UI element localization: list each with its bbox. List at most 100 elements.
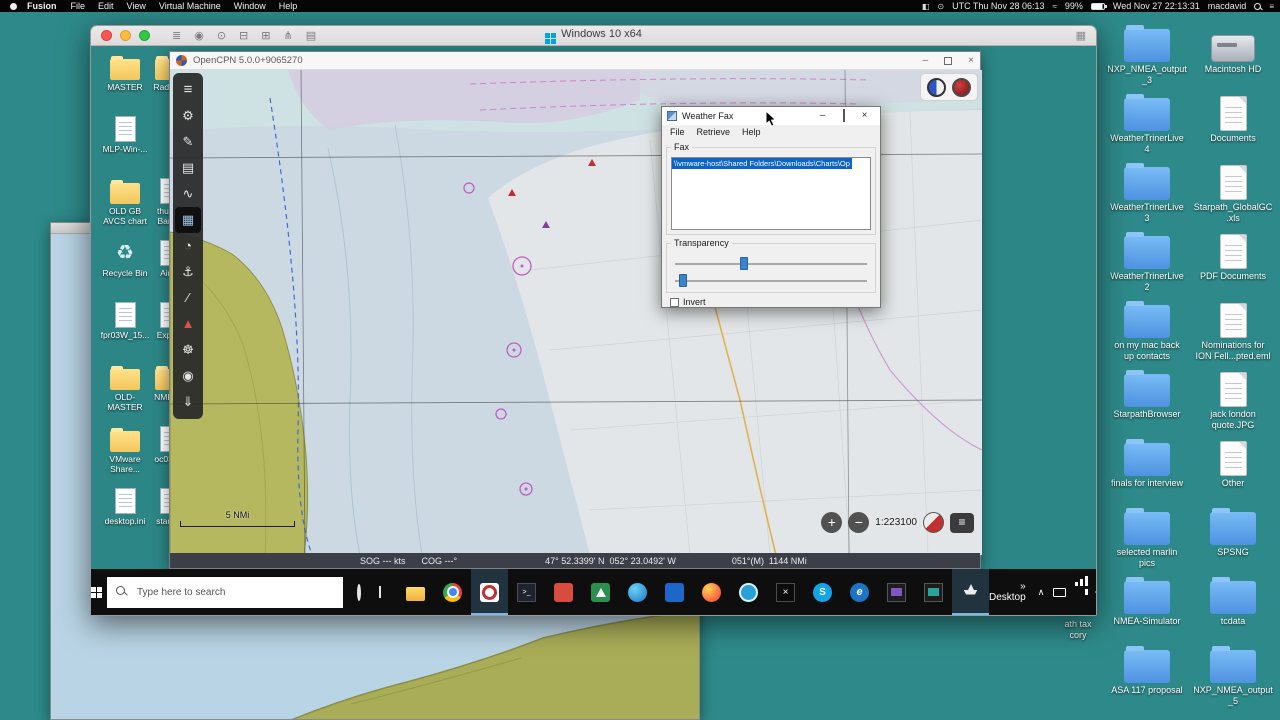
menu-item[interactable]: File xyxy=(670,127,685,137)
close-button[interactable]: × xyxy=(968,55,974,66)
opencpn-title-bar[interactable]: OpenCPN 5.0.0+9065270 – × xyxy=(170,52,980,70)
close-button[interactable]: × xyxy=(854,107,875,125)
compass-icon[interactable] xyxy=(923,512,944,533)
partial-icon-label[interactable]: ath tax cory xyxy=(1046,619,1110,641)
apple-menu-icon[interactable] xyxy=(10,2,17,10)
network-tray-icon[interactable] xyxy=(1075,575,1089,586)
search-input[interactable] xyxy=(107,576,343,608)
opencpn-tool-icon[interactable] xyxy=(175,207,201,233)
zoom-traffic-light[interactable] xyxy=(139,30,150,41)
desktop-icon[interactable]: PDF Documents xyxy=(1192,231,1274,300)
vmware-layout-grid-icon[interactable]: ▦ xyxy=(1076,29,1086,42)
start-button[interactable] xyxy=(91,569,107,615)
taskbar-app-button[interactable] xyxy=(767,569,804,615)
snapshot-camera-icon[interactable]: ◉ xyxy=(194,27,204,45)
wifi-icon[interactable]: ≈ xyxy=(1052,2,1056,11)
suspend-icon[interactable]: ⊟ xyxy=(239,27,248,45)
desktop-icon[interactable]: Nominations for ION Fell...pted.eml xyxy=(1192,300,1274,369)
vmware-title-bar[interactable]: ≣ ◉ ⊙ ⊟ ⊞ ⋔ ▤ Windows 10 x64 ▦ xyxy=(91,26,1096,46)
desktop-icon[interactable]: MASTER xyxy=(99,52,151,114)
slider-thumb[interactable] xyxy=(678,274,687,287)
taskbar-app-button[interactable] xyxy=(915,569,952,615)
desktop-icon[interactable]: WeatherTrinerLive 2 xyxy=(1106,231,1188,300)
display-tray-icon[interactable] xyxy=(1053,587,1067,597)
day-night-toggle-icon[interactable] xyxy=(927,77,946,97)
menu-item[interactable]: File xyxy=(71,1,86,11)
transparency-slider[interactable] xyxy=(675,256,867,270)
invert-checkbox[interactable] xyxy=(670,297,679,307)
desktop-icon[interactable]: NXP_NMEA_output _3 xyxy=(1106,24,1188,93)
taskbar-app-button[interactable] xyxy=(434,569,471,615)
desktop-icon[interactable]: on my mac back up contacts xyxy=(1106,300,1188,369)
menu-item[interactable]: Virtual Machine xyxy=(159,1,221,11)
zoom-in-button[interactable]: + xyxy=(821,512,843,533)
taskbar-app-button[interactable] xyxy=(804,569,841,615)
desktop-icon[interactable]: finals for interview xyxy=(1106,438,1188,507)
opencpn-tool-icon[interactable] xyxy=(175,233,201,259)
opencpn-tool-icon[interactable] xyxy=(175,285,201,311)
invert-option[interactable]: Invert xyxy=(670,297,706,307)
minimize-button[interactable]: – xyxy=(923,55,929,66)
menu-item[interactable]: Help xyxy=(279,1,298,11)
desktop-icon[interactable]: WeatherTrinerLive 3 xyxy=(1106,162,1188,231)
taskbar-app-button[interactable] xyxy=(693,569,730,615)
opencpn-tool-icon[interactable] xyxy=(175,77,201,103)
opencpn-tool-icon[interactable] xyxy=(175,155,201,181)
desktop-icon[interactable]: jack london quote.JPG xyxy=(1192,369,1274,438)
opencpn-tool-icon[interactable] xyxy=(175,259,201,285)
taskbar-app-button[interactable] xyxy=(656,569,693,615)
desktop-icon[interactable]: desktop.ini xyxy=(99,486,151,548)
desktop-toolbar[interactable]: » Desktop xyxy=(989,581,1026,603)
display-mirroring-icon[interactable]: ◧ xyxy=(922,2,930,11)
desktop-icon[interactable]: ASA 117 proposal xyxy=(1106,645,1188,714)
desktop-icon[interactable]: Recycle Bin xyxy=(99,238,151,300)
usb-icon[interactable]: ⋔ xyxy=(283,27,292,45)
desktop-icon[interactable]: StarpathBrowser xyxy=(1106,369,1188,438)
desktop-icon[interactable]: tcdata xyxy=(1192,576,1274,645)
opencpn-tool-icon[interactable] xyxy=(175,363,201,389)
notification-center-icon[interactable]: ≡ xyxy=(1269,2,1274,11)
desktop-icon[interactable]: SPSNG xyxy=(1192,507,1274,576)
menu-item[interactable]: Help xyxy=(742,127,761,137)
spotlight-search-icon[interactable] xyxy=(1254,2,1262,10)
status-icon[interactable]: ⊙ xyxy=(937,2,944,11)
taskbar-app-button[interactable] xyxy=(841,569,878,615)
taskbar-app-button[interactable] xyxy=(545,569,582,615)
chart-menu-button[interactable]: ≡ xyxy=(950,512,974,533)
menu-bar-clock[interactable]: Wed Nov 27 22:13:31 xyxy=(1113,1,1200,11)
task-view-icon[interactable] xyxy=(379,586,381,598)
taskbar-app-button[interactable] xyxy=(508,569,545,615)
power-icon[interactable]: ⊙ xyxy=(217,27,226,45)
fax-file-list[interactable]: \\vmware-host\Shared Folders\Downloads\C… xyxy=(671,157,871,230)
menu-item[interactable]: Retrieve xyxy=(697,127,731,137)
settings-sliders-icon[interactable]: ≣ xyxy=(172,27,181,45)
taskbar-app-button[interactable] xyxy=(397,569,434,615)
desktop-icon[interactable]: MLP-Win-... xyxy=(99,114,151,176)
secondary-slider[interactable] xyxy=(675,273,867,287)
opencpn-tool-icon[interactable] xyxy=(175,129,201,155)
zoom-out-button[interactable]: − xyxy=(848,512,870,533)
desktop-icon[interactable]: Starpath_GlobalGC .xls xyxy=(1192,162,1274,231)
desktop-icon[interactable]: OLD- MASTER xyxy=(99,362,151,424)
app-menu-fusion[interactable]: Fusion xyxy=(27,1,57,11)
opencpn-tool-icon[interactable] xyxy=(175,389,201,415)
desktop-icon[interactable]: WeatherTrinerLive 4 xyxy=(1106,93,1188,162)
toolbar-overflow-chevron[interactable]: » xyxy=(1020,581,1026,592)
minimize-button[interactable]: – xyxy=(812,107,833,125)
volume-tray-icon[interactable] xyxy=(1085,587,1096,597)
desktop-icon[interactable]: NXP_NMEA_output _5 xyxy=(1192,645,1274,714)
close-traffic-light[interactable] xyxy=(101,30,112,41)
slider-thumb[interactable] xyxy=(740,257,749,270)
desktop-icon[interactable]: Macintosh HD xyxy=(1192,24,1274,93)
minimize-traffic-light[interactable] xyxy=(120,30,131,41)
desktop-icon[interactable]: VMware Share... xyxy=(99,424,151,486)
desktop-icon[interactable]: Documents xyxy=(1192,93,1274,162)
taskbar-app-button[interactable] xyxy=(952,569,989,615)
maximize-button[interactable] xyxy=(833,107,854,125)
opencpn-tool-icon[interactable] xyxy=(175,311,201,337)
fullscreen-icon[interactable]: ⊞ xyxy=(261,27,270,45)
user-name[interactable]: macdavid xyxy=(1208,1,1247,11)
taskbar-app-button[interactable] xyxy=(619,569,656,615)
menu-item[interactable]: View xyxy=(127,1,146,11)
taskbar-app-button[interactable] xyxy=(878,569,915,615)
